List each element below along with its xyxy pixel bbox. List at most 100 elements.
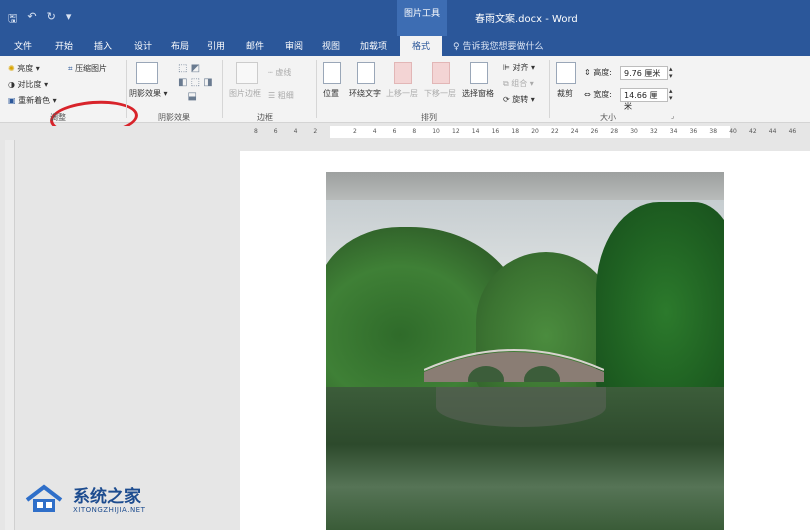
tab-home[interactable]: 开始 bbox=[55, 39, 73, 52]
ruler-tick-label: 22 bbox=[551, 128, 559, 135]
adjust-group-label: 调整 bbox=[50, 113, 66, 122]
compress-label: 压缩图片 bbox=[75, 64, 108, 73]
recolor-icon: ▣ bbox=[8, 96, 16, 105]
word-window: 🖫 ↶ ↻ ▾ 图片工具 春雨文案.docx - Word 文件 开始 插入 设… bbox=[0, 0, 810, 530]
ribbon-tabs: 文件 开始 插入 设计 布局 引用 邮件 审阅 视图 加载项 格式 ♀ 告诉我您… bbox=[0, 36, 810, 56]
tab-insert[interactable]: 插入 bbox=[94, 39, 112, 52]
rotate-label: 旋转 bbox=[512, 95, 529, 104]
shadow-effects-button[interactable]: 阴影效果 ▾ bbox=[129, 88, 168, 99]
crop-button[interactable]: 裁剪 bbox=[557, 88, 573, 99]
recolor-label: 重新着色 bbox=[18, 96, 51, 105]
ruler-tick-label: 26 bbox=[590, 128, 599, 135]
selection-pane-icon[interactable] bbox=[470, 62, 488, 84]
tab-view[interactable]: 视图 bbox=[322, 39, 340, 52]
tab-review[interactable]: 审阅 bbox=[285, 39, 303, 52]
position-button[interactable]: 位置 bbox=[323, 88, 339, 99]
shadow-effects-icon[interactable] bbox=[136, 62, 158, 84]
size-group-label: 大小 bbox=[600, 113, 616, 122]
tab-mailings[interactable]: 邮件 bbox=[246, 39, 264, 52]
redo-icon[interactable]: ↻ bbox=[47, 10, 56, 29]
shadow-nudge-icons[interactable]: ⬚ ◩ ◧ ⬚ ◨ ⬓ bbox=[178, 62, 213, 104]
rotate-icon: ⟳ bbox=[503, 95, 510, 104]
height-stepper[interactable]: ▴ ▾ bbox=[669, 66, 673, 80]
shadow-group-label: 阴影效果 bbox=[158, 113, 190, 122]
group-separator bbox=[549, 60, 550, 118]
wrap-text-icon[interactable] bbox=[357, 62, 375, 84]
compress-pictures-button[interactable]: ⌗ 压缩图片 bbox=[68, 63, 107, 74]
watermark-url: XITONGZHIJIA.NET bbox=[73, 506, 146, 514]
tab-design[interactable]: 设计 bbox=[134, 39, 152, 52]
ruler-tick-label: 4 bbox=[293, 128, 298, 135]
group-icon: ⧉ bbox=[503, 79, 509, 88]
selection-pane-button[interactable]: 选择窗格 bbox=[462, 88, 494, 99]
contrast-button[interactable]: ◑ 对比度 ▾ bbox=[8, 79, 48, 90]
horizontal-ruler[interactable]: 8 6 4 2 2 4 6 8 10 12 14 16 18 20 22 24 26 28 30 32 34 36 38 40… bbox=[5, 126, 810, 138]
tell-me-search[interactable]: ♀ 告诉我您想要做什么 bbox=[453, 39, 543, 52]
document-title: 春雨文案.docx - Word bbox=[475, 14, 578, 25]
ruler-tick-label: 8 bbox=[412, 128, 417, 135]
wrap-text-button[interactable]: 环绕文字 bbox=[349, 88, 381, 99]
tab-format[interactable]: 格式 bbox=[400, 36, 443, 56]
ruler-tick-label: 36 bbox=[689, 128, 698, 135]
thickness-button[interactable]: ☰ 粗细 bbox=[268, 90, 294, 101]
bring-forward-icon[interactable] bbox=[394, 62, 412, 84]
tab-layout[interactable]: 布局 bbox=[171, 39, 189, 52]
vertical-ruler[interactable] bbox=[5, 140, 15, 530]
wrap-text-label: 环绕文字 bbox=[349, 89, 381, 98]
tab-file[interactable]: 文件 bbox=[14, 39, 32, 52]
picture-border-icon[interactable] bbox=[236, 62, 258, 84]
ruler-tick-label: 2 bbox=[353, 128, 357, 135]
brightness-label: 亮度 bbox=[17, 64, 34, 73]
chevron-down-icon: ▾ bbox=[41, 80, 49, 89]
ruler-tick-label: 24 bbox=[570, 128, 579, 135]
width-stepper[interactable]: ▴ ▾ bbox=[669, 88, 673, 102]
border-group-label: 边框 bbox=[257, 113, 273, 122]
selection-pane-label: 选择窗格 bbox=[462, 89, 494, 98]
width-text: 宽度: bbox=[593, 90, 612, 99]
size-dialog-launcher-icon[interactable]: ⌟ bbox=[671, 112, 674, 120]
align-button[interactable]: ⊫ 对齐 ▾ bbox=[503, 62, 535, 73]
ruler-tick-label: 20 bbox=[531, 128, 539, 135]
crop-label: 裁剪 bbox=[557, 89, 573, 98]
dash-icon: ┄ bbox=[268, 68, 273, 77]
rotate-button[interactable]: ⟳ 旋转 ▾ bbox=[503, 94, 535, 105]
save-icon[interactable]: 🖫 bbox=[8, 10, 17, 29]
height-input[interactable]: 9.76 厘米 bbox=[620, 66, 668, 80]
chevron-down-icon: ▾ bbox=[161, 89, 168, 98]
ribbon: ✺ 亮度 ▾ ◑ 对比度 ▾ ▣ 重新着色 ▾ ⌗ 压缩图片 调整 阴影效果 ▾… bbox=[0, 56, 810, 139]
height-label: ⇕ 高度: bbox=[584, 67, 612, 78]
tab-addins[interactable]: 加载项 bbox=[360, 39, 387, 52]
recolor-button[interactable]: ▣ 重新着色 ▾ bbox=[8, 95, 57, 106]
crop-icon[interactable] bbox=[556, 62, 576, 84]
selected-picture[interactable] bbox=[326, 172, 724, 530]
house-logo-icon bbox=[25, 484, 63, 512]
ruler-tick-label: 6 bbox=[392, 128, 397, 135]
ruler-tick-label: 16 bbox=[491, 128, 500, 135]
width-input[interactable]: 14.66 厘米 bbox=[620, 88, 668, 111]
chevron-down-icon: ▾ bbox=[528, 63, 536, 72]
group-label: 组合 bbox=[511, 79, 528, 88]
ruler-tick-label: 28 bbox=[610, 128, 619, 135]
picture-tools-context: 图片工具 bbox=[397, 0, 447, 36]
undo-icon[interactable]: ↶ bbox=[27, 10, 36, 29]
picture-border-button[interactable]: 图片边框 bbox=[229, 88, 261, 99]
group-button[interactable]: ⧉ 组合 ▾ bbox=[503, 78, 534, 89]
title-bar: 🖫 ↶ ↻ ▾ 图片工具 春雨文案.docx - Word bbox=[0, 0, 810, 36]
group-separator bbox=[126, 60, 127, 118]
ruler-tick-label: 6 bbox=[273, 128, 278, 135]
send-backward-button[interactable]: 下移一层 bbox=[424, 88, 456, 99]
send-backward-icon[interactable] bbox=[432, 62, 450, 84]
position-icon[interactable] bbox=[323, 62, 341, 84]
dash-button[interactable]: ┄ 虚线 bbox=[268, 67, 291, 78]
tab-references[interactable]: 引用 bbox=[207, 39, 225, 52]
ruler-tick-label: 38 bbox=[709, 128, 718, 135]
align-label: 对齐 bbox=[512, 63, 529, 72]
brightness-button[interactable]: ✺ 亮度 ▾ bbox=[8, 63, 40, 74]
bring-forward-button[interactable]: 上移一层 bbox=[386, 88, 418, 99]
ruler-tick-label: 2 bbox=[313, 128, 318, 135]
chevron-down-icon: ▾ bbox=[527, 79, 534, 88]
watermark-brand: 系统之家 bbox=[73, 487, 141, 507]
contrast-icon: ◑ bbox=[8, 80, 15, 89]
customize-qat-icon[interactable]: ▾ bbox=[66, 10, 72, 29]
thickness-icon: ☰ bbox=[268, 91, 276, 100]
